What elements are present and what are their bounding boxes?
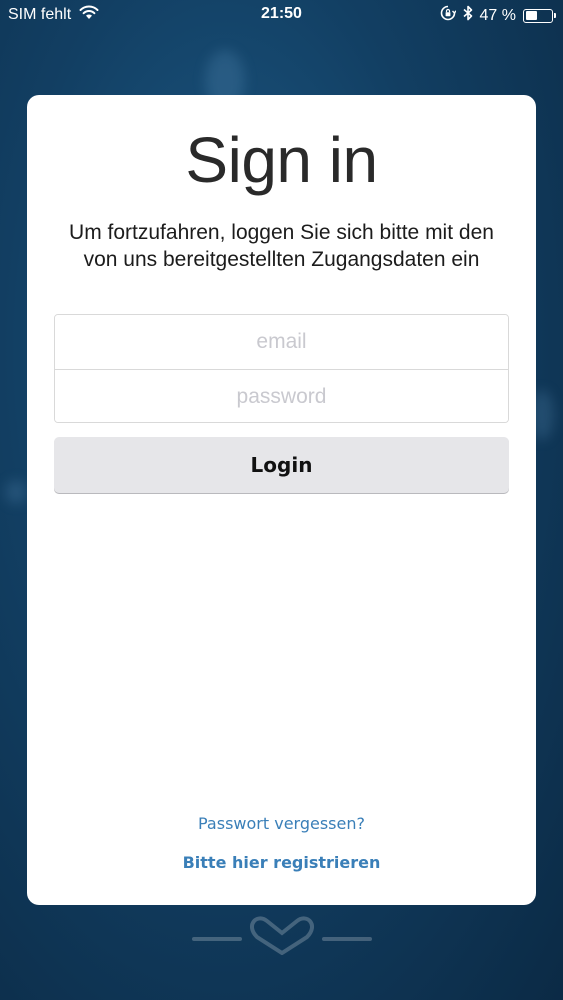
page-title: Sign in (185, 124, 378, 196)
forgot-password-link[interactable]: Passwort vergessen? (27, 814, 536, 833)
status-bar: SIM fehlt 21:50 47 % (0, 0, 563, 30)
email-field[interactable] (55, 315, 508, 369)
orientation-lock-icon (440, 5, 457, 26)
background-decoration (5, 480, 27, 504)
password-field[interactable] (55, 369, 508, 422)
battery-percent: 47 % (479, 6, 516, 24)
credentials-form (54, 314, 509, 423)
brand-logo (0, 908, 563, 958)
login-card: Sign in Um fortzufahren, loggen Sie sich… (27, 95, 536, 905)
battery-icon (523, 8, 556, 23)
bluetooth-icon (463, 5, 473, 26)
register-link[interactable]: Bitte hier registrieren (27, 853, 536, 872)
status-right: 47 % (440, 5, 556, 26)
battery-level (525, 11, 538, 20)
login-instructions: Um fortzufahren, loggen Sie sich bitte m… (69, 221, 494, 271)
login-button[interactable]: Login (54, 437, 509, 493)
